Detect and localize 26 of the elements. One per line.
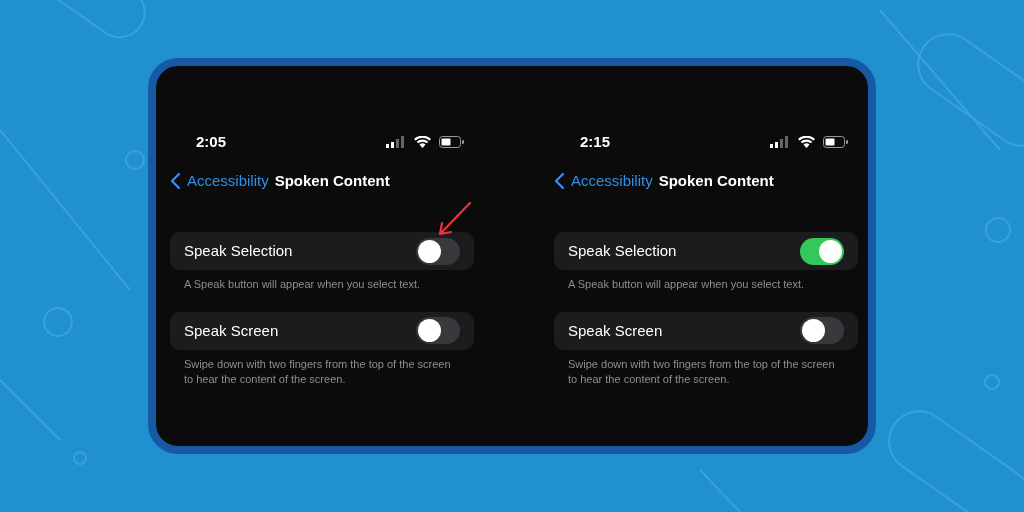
footer-text: Swipe down with two fingers from the top of the screen to hear the content of the screen. xyxy=(183,356,452,387)
footer-text: Swipe down with two fingers from the top of the screen to hear the content of the screen. xyxy=(567,356,836,387)
battery-icon xyxy=(823,136,848,148)
chevron-icon xyxy=(554,172,565,190)
signal-icon xyxy=(770,136,790,148)
status-time: 2:05 xyxy=(196,131,227,152)
toggle-switch[interactable] xyxy=(416,237,460,265)
signal-icon xyxy=(386,136,406,148)
toggle-switch[interactable] xyxy=(416,317,460,345)
setting-label: Speak Screen xyxy=(568,320,663,341)
toggle-switch[interactable] xyxy=(800,237,844,265)
setting-label: Speak Selection xyxy=(184,240,293,261)
footer-text: A Speak button will appear when you select text. xyxy=(567,277,806,292)
toggle-switch[interactable] xyxy=(800,317,844,345)
setting-label: Speak Selection xyxy=(568,240,677,261)
battery-icon xyxy=(439,136,464,148)
chevron-icon xyxy=(170,172,181,190)
back-link[interactable]: Accessibility xyxy=(170,169,269,193)
status-time: 2:15 xyxy=(580,131,611,152)
page-title: Spoken Content xyxy=(274,170,390,191)
page-title: Spoken Content xyxy=(658,170,774,191)
wifi-icon xyxy=(414,136,431,148)
setting-label: Speak Screen xyxy=(184,320,279,341)
back-link[interactable]: Accessibility xyxy=(554,169,653,193)
footer-text: A Speak button will appear when you select text. xyxy=(183,277,422,292)
wifi-icon xyxy=(798,136,815,148)
